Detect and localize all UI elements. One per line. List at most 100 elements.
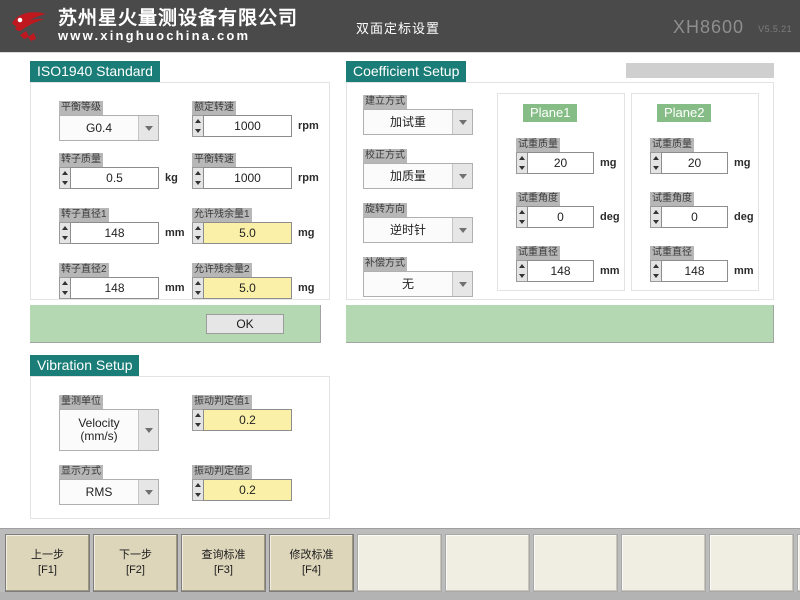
spinner-arrows[interactable] bbox=[650, 206, 661, 228]
spinner-arrows[interactable] bbox=[192, 277, 203, 299]
chevron-down-icon[interactable] bbox=[138, 410, 158, 450]
spinner-arrows[interactable] bbox=[192, 115, 203, 137]
field-label: 校正方式 bbox=[363, 149, 407, 163]
p2-trial-angle-input[interactable]: 0 bbox=[661, 206, 728, 228]
vibration-limit-1-spinner[interactable]: 0.2 bbox=[192, 409, 292, 431]
p2-trial-mass-input[interactable]: 20 bbox=[661, 152, 728, 174]
unit-label: mm bbox=[600, 265, 620, 277]
measure-unit-select[interactable]: Velocity (mm/s) bbox=[59, 409, 159, 451]
chevron-down-icon[interactable] bbox=[452, 110, 472, 134]
spinner-arrows[interactable] bbox=[59, 277, 70, 299]
spinner-down-icon[interactable] bbox=[517, 164, 527, 172]
spinner-arrows[interactable] bbox=[192, 222, 203, 244]
spinner-down-icon[interactable] bbox=[60, 234, 70, 242]
spinner-up-icon[interactable] bbox=[193, 279, 203, 287]
correction-method-select[interactable]: 加质量 bbox=[363, 163, 473, 189]
p1-trial-mass-input[interactable]: 20 bbox=[527, 152, 594, 174]
spinner-up-icon[interactable] bbox=[60, 224, 70, 232]
spinner-down-icon[interactable] bbox=[193, 179, 203, 187]
p1-trial-diameter-input[interactable]: 148 bbox=[527, 260, 594, 282]
rotor-diameter-2-input[interactable]: 148 bbox=[70, 277, 159, 299]
compensation-method-select[interactable]: 无 bbox=[363, 271, 473, 297]
chevron-down-icon[interactable] bbox=[452, 272, 472, 296]
spinner-up-icon[interactable] bbox=[517, 208, 527, 216]
spinner-up-icon[interactable] bbox=[651, 208, 661, 216]
rotor-diameter-1-spinner[interactable]: 148 bbox=[59, 222, 159, 244]
function-key-1[interactable]: 上一步 [F1] bbox=[5, 534, 90, 592]
residual-allow-1-spinner[interactable]: 5.0 bbox=[192, 222, 292, 244]
spinner-up-icon[interactable] bbox=[651, 154, 661, 162]
setup-method-select[interactable]: 加试重 bbox=[363, 109, 473, 135]
ok-button[interactable]: OK bbox=[206, 314, 284, 334]
rotor-diameter-2-spinner[interactable]: 148 bbox=[59, 277, 159, 299]
spinner-arrows[interactable] bbox=[650, 260, 661, 282]
p2-trial-diameter-spinner[interactable]: 148 bbox=[650, 260, 728, 282]
spinner-down-icon[interactable] bbox=[651, 164, 661, 172]
vibration-limit-2-input[interactable]: 0.2 bbox=[203, 479, 292, 501]
spinner-up-icon[interactable] bbox=[517, 154, 527, 162]
spinner-down-icon[interactable] bbox=[60, 179, 70, 187]
chevron-down-icon[interactable] bbox=[138, 480, 158, 504]
spinner-up-icon[interactable] bbox=[651, 262, 661, 270]
spinner-up-icon[interactable] bbox=[193, 117, 203, 125]
p1-trial-angle-spinner[interactable]: 0 bbox=[516, 206, 594, 228]
spinner-down-icon[interactable] bbox=[517, 218, 527, 226]
spinner-arrows[interactable] bbox=[192, 409, 203, 431]
rotor-mass-input[interactable]: 0.5 bbox=[70, 167, 159, 189]
p2-trial-angle-spinner[interactable]: 0 bbox=[650, 206, 728, 228]
spinner-down-icon[interactable] bbox=[517, 272, 527, 280]
spinner-down-icon[interactable] bbox=[651, 272, 661, 280]
spinner-up-icon[interactable] bbox=[193, 224, 203, 232]
chevron-down-icon[interactable] bbox=[138, 116, 158, 140]
residual-allow-2-input[interactable]: 5.0 bbox=[203, 277, 292, 299]
function-key-4[interactable]: 修改标准 [F4] bbox=[269, 534, 354, 592]
rotor-mass-spinner[interactable]: 0.5 bbox=[59, 167, 159, 189]
spinner-arrows[interactable] bbox=[516, 260, 527, 282]
field-label: 平衡等级 bbox=[59, 101, 103, 115]
p1-trial-mass-spinner[interactable]: 20 bbox=[516, 152, 594, 174]
balance-grade-select[interactable]: G0.4 bbox=[59, 115, 159, 141]
spinner-up-icon[interactable] bbox=[193, 411, 203, 419]
function-key-2[interactable]: 下一步 [F2] bbox=[93, 534, 178, 592]
rotor-diameter-1-input[interactable]: 148 bbox=[70, 222, 159, 244]
spinner-arrows[interactable] bbox=[516, 206, 527, 228]
residual-allow-2-spinner[interactable]: 5.0 bbox=[192, 277, 292, 299]
spinner-down-icon[interactable] bbox=[60, 289, 70, 297]
residual-allow-1-input[interactable]: 5.0 bbox=[203, 222, 292, 244]
p1-trial-angle-input[interactable]: 0 bbox=[527, 206, 594, 228]
spinner-up-icon[interactable] bbox=[60, 279, 70, 287]
spinner-up-icon[interactable] bbox=[517, 262, 527, 270]
rated-speed-input[interactable]: 1000 bbox=[203, 115, 292, 137]
spinner-arrows[interactable] bbox=[59, 222, 70, 244]
coefficient-action-bar bbox=[346, 305, 774, 343]
rotation-direction-select[interactable]: 逆时针 bbox=[363, 217, 473, 243]
spinner-arrows[interactable] bbox=[59, 167, 70, 189]
display-mode-select[interactable]: RMS bbox=[59, 479, 159, 505]
vibration-limit-2-spinner[interactable]: 0.2 bbox=[192, 479, 292, 501]
spinner-up-icon[interactable] bbox=[193, 481, 203, 489]
balance-speed-input[interactable]: 1000 bbox=[203, 167, 292, 189]
p1-trial-diameter-spinner[interactable]: 148 bbox=[516, 260, 594, 282]
vibration-limit-1-input[interactable]: 0.2 bbox=[203, 409, 292, 431]
spinner-down-icon[interactable] bbox=[193, 234, 203, 242]
spinner-up-icon[interactable] bbox=[60, 169, 70, 177]
field-label: 振动判定值2 bbox=[192, 465, 252, 479]
spinner-down-icon[interactable] bbox=[651, 218, 661, 226]
function-key-3[interactable]: 查询标准 [F3] bbox=[181, 534, 266, 592]
app-header: 苏州星火量测设备有限公司 www.xinghuochina.com 双面定标设置… bbox=[0, 0, 800, 52]
spinner-down-icon[interactable] bbox=[193, 127, 203, 135]
balance-speed-spinner[interactable]: 1000 bbox=[192, 167, 292, 189]
spinner-arrows[interactable] bbox=[192, 167, 203, 189]
spinner-down-icon[interactable] bbox=[193, 421, 203, 429]
p2-trial-diameter-input[interactable]: 148 bbox=[661, 260, 728, 282]
rated-speed-spinner[interactable]: 1000 bbox=[192, 115, 292, 137]
spinner-arrows[interactable] bbox=[516, 152, 527, 174]
chevron-down-icon[interactable] bbox=[452, 218, 472, 242]
chevron-down-icon[interactable] bbox=[452, 164, 472, 188]
spinner-down-icon[interactable] bbox=[193, 491, 203, 499]
spinner-up-icon[interactable] bbox=[193, 169, 203, 177]
spinner-down-icon[interactable] bbox=[193, 289, 203, 297]
p2-trial-mass-spinner[interactable]: 20 bbox=[650, 152, 728, 174]
spinner-arrows[interactable] bbox=[650, 152, 661, 174]
spinner-arrows[interactable] bbox=[192, 479, 203, 501]
